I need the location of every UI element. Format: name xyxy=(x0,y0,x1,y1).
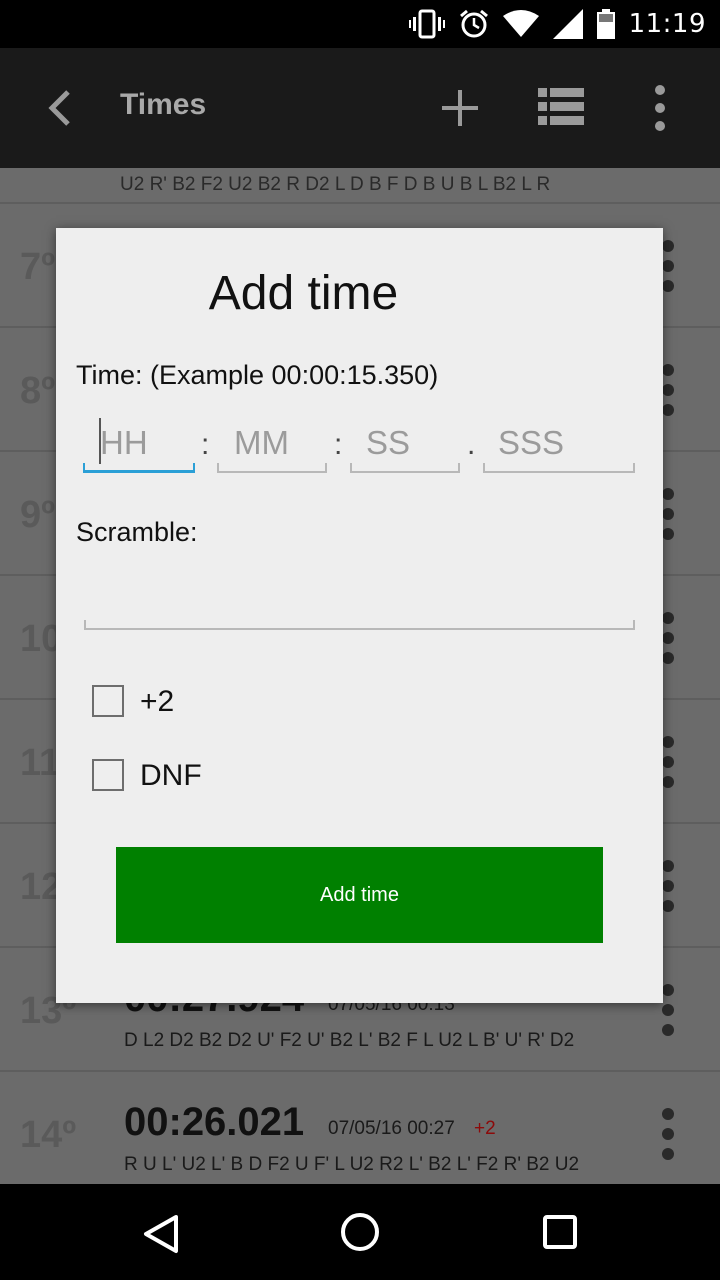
minutes-input-wrap[interactable] xyxy=(230,424,326,462)
back-icon[interactable] xyxy=(42,86,78,130)
row-scramble: D L2 D2 B2 D2 U' F2 U' B2 L' B2 F L U2 L… xyxy=(124,1030,575,1051)
back-triangle-icon[interactable] xyxy=(142,1214,180,1254)
scramble-label: Scramble: xyxy=(76,517,198,547)
signal-icon xyxy=(552,9,583,39)
row-penalty: +2 xyxy=(474,1118,496,1139)
row-more-icon[interactable] xyxy=(662,240,674,292)
minutes-underline xyxy=(217,463,327,473)
navigation-bar xyxy=(0,1184,720,1280)
row-index: 9º xyxy=(20,494,56,536)
dnf-checkbox[interactable] xyxy=(92,759,124,791)
row-index: 8º xyxy=(20,370,56,412)
milliseconds-input-wrap[interactable] xyxy=(494,424,632,462)
time-separator: : xyxy=(201,428,210,461)
plus-icon[interactable] xyxy=(440,88,480,128)
status-time: 11:19 xyxy=(628,9,706,39)
battery-icon xyxy=(596,9,615,39)
table-row[interactable]: U2 R' B2 F2 U2 B2 R D2 L D B F D B U B L… xyxy=(0,168,720,204)
scramble-input-wrap[interactable] xyxy=(90,576,630,614)
alarm-icon xyxy=(459,9,488,38)
hours-input[interactable] xyxy=(96,424,194,462)
row-time: 00:26.021 xyxy=(124,1100,305,1144)
milliseconds-input[interactable] xyxy=(494,424,632,462)
scramble-input[interactable] xyxy=(90,576,630,614)
row-more-icon[interactable] xyxy=(662,488,674,540)
status-bar: 11:19 xyxy=(0,0,720,48)
row-more-icon[interactable] xyxy=(662,364,674,416)
dialog-title: Add time xyxy=(208,267,399,320)
seconds-input-wrap[interactable] xyxy=(362,424,458,462)
add-time-button[interactable]: Add time xyxy=(116,847,603,943)
time-separator: : xyxy=(334,428,343,461)
recents-square-icon[interactable] xyxy=(542,1214,578,1250)
row-more-icon[interactable] xyxy=(662,736,674,788)
row-more-icon[interactable] xyxy=(662,1108,674,1160)
row-index: 14º xyxy=(20,1114,77,1156)
hours-underline xyxy=(83,463,195,473)
page-title: Times xyxy=(120,88,207,121)
vibrate-icon xyxy=(408,9,445,39)
time-label: Time: (Example 00:00:15.350) xyxy=(76,360,439,390)
home-circle-icon[interactable] xyxy=(340,1212,380,1252)
row-date: 07/05/16 00:27 xyxy=(328,1118,455,1139)
seconds-underline xyxy=(350,463,460,473)
scramble-underline xyxy=(84,620,635,630)
row-scramble: U2 R' B2 F2 U2 B2 R D2 L D B F D B U B L… xyxy=(120,174,551,195)
list-icon[interactable] xyxy=(538,88,584,126)
hours-input-wrap[interactable] xyxy=(96,424,194,462)
dnf-label[interactable]: DNF xyxy=(140,759,202,793)
minutes-input[interactable] xyxy=(230,424,326,462)
app-bar: Times xyxy=(0,48,720,168)
milliseconds-underline xyxy=(483,463,635,473)
plus-two-label[interactable]: +2 xyxy=(140,685,174,719)
time-separator: . xyxy=(467,428,476,461)
seconds-input[interactable] xyxy=(362,424,458,462)
more-icon[interactable] xyxy=(652,84,668,132)
row-more-icon[interactable] xyxy=(662,612,674,664)
plus-two-checkbox[interactable] xyxy=(92,685,124,717)
row-more-icon[interactable] xyxy=(662,984,674,1036)
text-cursor xyxy=(99,418,101,464)
table-row[interactable]: 14º 00:26.021 07/05/16 00:27 +2 R U L' U… xyxy=(0,1072,720,1184)
row-more-icon[interactable] xyxy=(662,860,674,912)
wifi-icon xyxy=(502,10,539,37)
row-scramble: R U L' U2 L' B D F2 U F' L U2 R2 L' B2 L… xyxy=(124,1154,580,1175)
